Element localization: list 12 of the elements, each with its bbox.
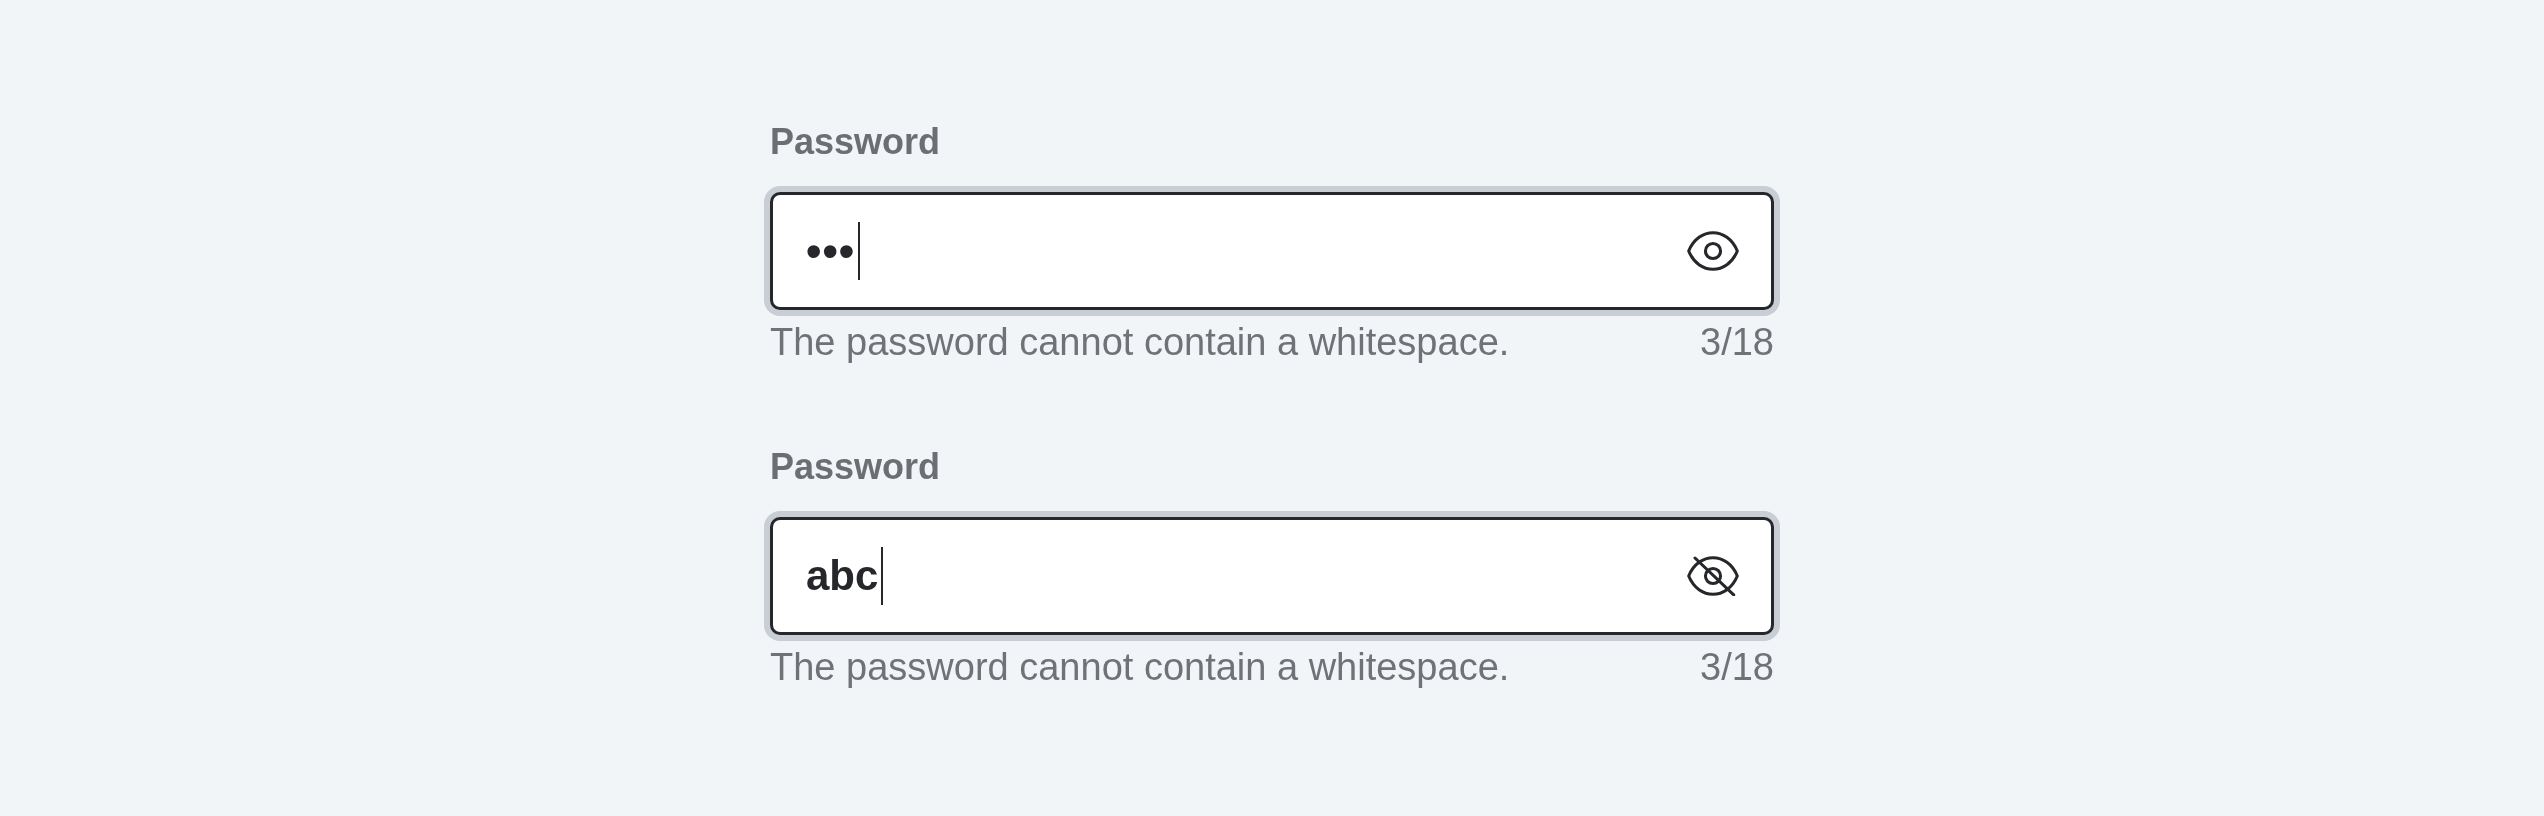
eye-icon[interactable] <box>1686 231 1740 271</box>
helper-text: The password cannot contain a whitespace. <box>770 645 1510 690</box>
text-cursor-icon <box>858 222 861 280</box>
field-label: Password <box>770 120 942 163</box>
field-label: Password <box>770 445 942 488</box>
helper-text: The password cannot contain a whitespace. <box>770 320 1510 365</box>
field-value: ••• <box>806 225 856 277</box>
character-counter: 3/18 <box>1700 320 1774 365</box>
text-cursor-icon <box>881 547 884 605</box>
character-counter: 3/18 <box>1700 645 1774 690</box>
eye-slash-icon[interactable] <box>1686 556 1740 596</box>
field-value: abc <box>806 551 879 601</box>
